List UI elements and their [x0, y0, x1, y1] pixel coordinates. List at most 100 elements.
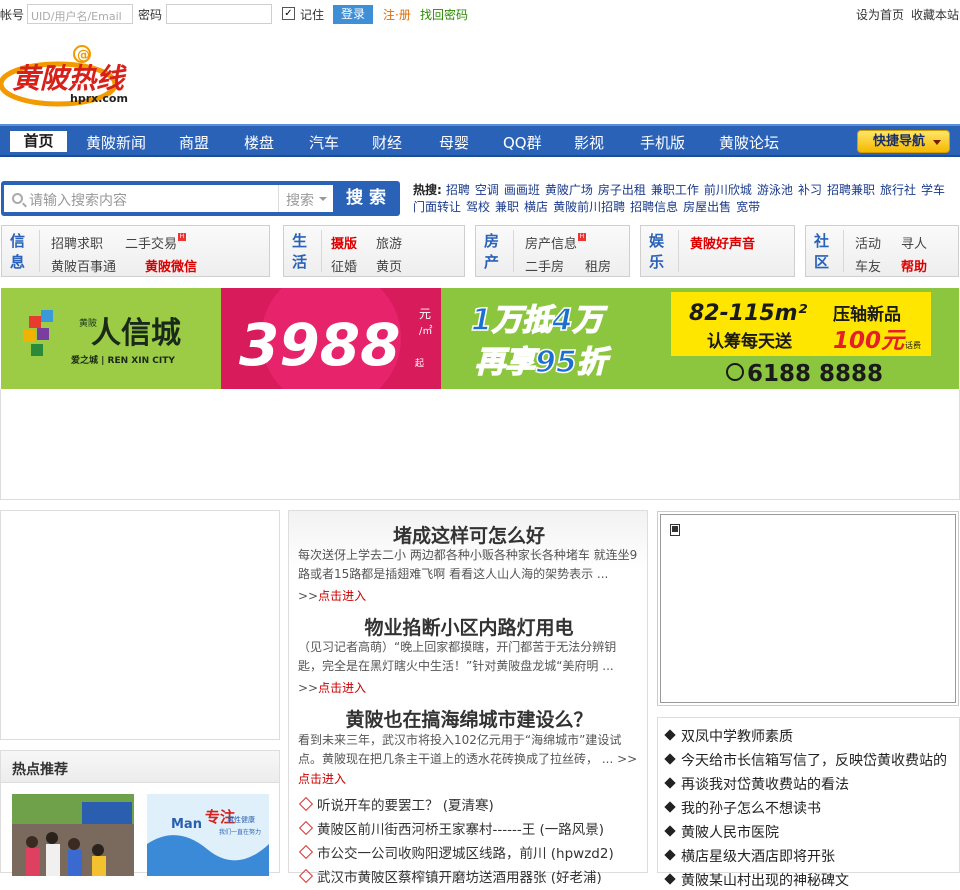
hot-term[interactable]: 补习	[798, 183, 822, 197]
recommend-thumb-crowd[interactable]	[12, 794, 134, 876]
search-bar: 请输入搜索内容 搜索 搜 索	[1, 181, 400, 216]
category-life: 生活 摄版 旅游 征婚 黄页	[283, 225, 465, 277]
nav-movies[interactable]: 影视	[574, 132, 604, 153]
category-heading: 生活	[292, 232, 308, 271]
link-second-hand-house[interactable]: 二手房	[525, 256, 564, 275]
hot-term[interactable]: 画画班	[504, 183, 540, 197]
hot-term[interactable]: 宽带	[736, 200, 760, 214]
list-item[interactable]: 双凤中学教师素质	[663, 726, 793, 746]
link-car-club[interactable]: 车友	[855, 256, 881, 275]
recover-password-link[interactable]: 找回密码	[420, 6, 468, 23]
quick-nav-button[interactable]: 快捷导航	[857, 130, 950, 153]
hot-term[interactable]: 兼职工作	[651, 183, 699, 197]
hot-term[interactable]: 黄陂前川招聘	[553, 200, 625, 214]
search-button[interactable]: 搜 索	[335, 185, 397, 212]
link-property-info[interactable]: 房产信息H	[525, 233, 587, 252]
nav-finance[interactable]: 财经	[372, 132, 402, 153]
article-title[interactable]: 堵成这样可怎么好	[289, 521, 649, 548]
hot-term[interactable]: 房子出租	[598, 183, 646, 197]
hot-term[interactable]: 招聘兼职	[827, 183, 875, 197]
hot-term[interactable]: 前川欣城	[704, 183, 752, 197]
link-activity[interactable]: 活动	[855, 233, 881, 252]
nav-huangpi-news[interactable]: 黄陂新闻	[86, 132, 146, 153]
nav-baby[interactable]: 母婴	[439, 132, 469, 153]
search-type-select[interactable]: 搜索	[278, 185, 333, 212]
hot-term[interactable]: 驾校	[466, 200, 490, 214]
diamond-bullet-icon	[298, 820, 314, 836]
article-title[interactable]: 黄陂也在搞海绵城市建设么？	[289, 705, 649, 732]
nav-business[interactable]: 商盟	[179, 132, 209, 153]
nav-home[interactable]: 首页	[10, 131, 67, 152]
link-marriage[interactable]: 征婚	[331, 256, 357, 275]
hot-term[interactable]: 招聘信息	[630, 200, 678, 214]
article-title[interactable]: 物业掐断小区内路灯用电	[289, 613, 649, 640]
hot-term[interactable]: 旅行社	[880, 183, 916, 197]
nav-auto[interactable]: 汽车	[309, 132, 339, 153]
recommend-thumb-health[interactable]: Man 专注 男性健康 我们一直在努力	[147, 794, 269, 876]
hot-term[interactable]: 黄陂广场	[545, 183, 593, 197]
article-desc: 每次送伢上学去二小 两边都各种小贩各种家长各种堵车 就连坐9路或者15路都是插翅…	[298, 548, 638, 581]
site-logo[interactable]: @ 黄陂热线 hprx.com	[0, 40, 140, 112]
list-item[interactable]: 我的孙子怎么不想读书	[663, 798, 821, 818]
link-wechat[interactable]: 黄陂微信	[145, 256, 197, 275]
link-recruitment[interactable]: 招聘求职	[51, 233, 103, 252]
link-travel[interactable]: 旅游	[376, 233, 402, 252]
list-item[interactable]: 黄陂某山村出现的神秘碑文	[663, 870, 849, 890]
list-item[interactable]: 黄陂人民市医院	[663, 822, 779, 842]
list-item[interactable]: 市公交一公司收购阳逻城区线路，前川 (hpwzd2)	[298, 842, 614, 862]
hot-term[interactable]: 招聘	[446, 183, 470, 197]
article-more-link[interactable]: >>点击进入	[298, 587, 366, 604]
banner-ad[interactable]: 黄陂 人信城 爱之城 | REN XIN CITY 3988 元 /㎡ 起 1万…	[1, 288, 959, 389]
hot-term[interactable]: 门面转让	[413, 200, 461, 214]
banner-brand: 人信城	[91, 316, 181, 351]
nav-qq-group[interactable]: QQ群	[503, 132, 542, 153]
nav-mobile[interactable]: 手机版	[640, 132, 685, 153]
link-yellow-pages[interactable]: 黄页	[376, 256, 402, 275]
banner-offer2: 再享95折	[475, 345, 612, 380]
set-home-link[interactable]: 设为首页	[856, 6, 904, 23]
link-baishitong[interactable]: 黄陂百事通	[51, 256, 116, 275]
list-item[interactable]: 再谈我对岱黄收费站的看法	[663, 774, 849, 794]
list-item[interactable]: 听说开车的要罢工？ (夏清寒)	[298, 794, 494, 814]
bookmark-link[interactable]: 收藏本站	[911, 6, 959, 23]
hot-term[interactable]: 学车	[921, 183, 945, 197]
remember-label: 记住	[300, 8, 325, 22]
account-input[interactable]: UID/用户名/Email	[27, 4, 133, 24]
nav-property[interactable]: 楼盘	[244, 132, 274, 153]
hot-term[interactable]: 兼职	[495, 200, 519, 214]
category-heading: 房产	[484, 232, 500, 271]
link-photo[interactable]: 摄版	[331, 233, 357, 252]
hot-term[interactable]: 横店	[524, 200, 548, 214]
password-input[interactable]	[166, 4, 272, 24]
diamond-bullet-icon	[664, 753, 676, 765]
banner-gift-amount: 100元	[833, 328, 906, 354]
register-link[interactable]: 注·册	[383, 6, 411, 23]
list-item[interactable]: 今天给市长信箱写信了，反映岱黄收费站的	[663, 750, 947, 770]
login-button[interactable]: 登录	[333, 5, 373, 24]
link-help[interactable]: 帮助	[901, 256, 927, 275]
remember-checkbox[interactable]: ✓	[282, 7, 295, 20]
list-item[interactable]: 武汉市黄陂区蔡榨镇开磨坊送酒用器张 (好老浦)	[298, 866, 602, 886]
nav-forum[interactable]: 黄陂论坛	[719, 132, 779, 153]
list-item[interactable]: 黄陂区前川街西河桥王家寨村------王 (一路风景)	[298, 818, 604, 838]
hot-term[interactable]: 房屋出售	[683, 200, 731, 214]
link-second-hand[interactable]: 二手交易H	[125, 233, 187, 252]
article-more-link[interactable]: 点击进入	[298, 770, 346, 787]
hot-badge-icon: H	[178, 233, 187, 241]
diamond-bullet-icon	[664, 801, 676, 813]
article-more-link[interactable]: >>点击进入	[298, 679, 366, 696]
link-find-people[interactable]: 寻人	[901, 233, 927, 252]
hot-term[interactable]: 空调	[475, 183, 499, 197]
category-heading: 娱乐	[649, 232, 665, 271]
link-good-voice[interactable]: 黄陂好声音	[690, 233, 755, 252]
search-input[interactable]: 请输入搜索内容	[4, 185, 278, 212]
banner-area: 82-115m²	[689, 301, 808, 326]
link-rent[interactable]: 租房	[585, 256, 611, 275]
category-heading: 信息	[10, 232, 26, 271]
diamond-bullet-icon	[664, 729, 676, 741]
hot-term[interactable]: 游泳池	[757, 183, 793, 197]
banner-area-tag: 压轴新品	[833, 304, 901, 325]
list-item[interactable]: 横店星级大酒店即将开张	[663, 846, 835, 866]
left-ad-box	[0, 510, 280, 740]
category-house: 房产 房产信息H 二手房 租房	[475, 225, 630, 277]
